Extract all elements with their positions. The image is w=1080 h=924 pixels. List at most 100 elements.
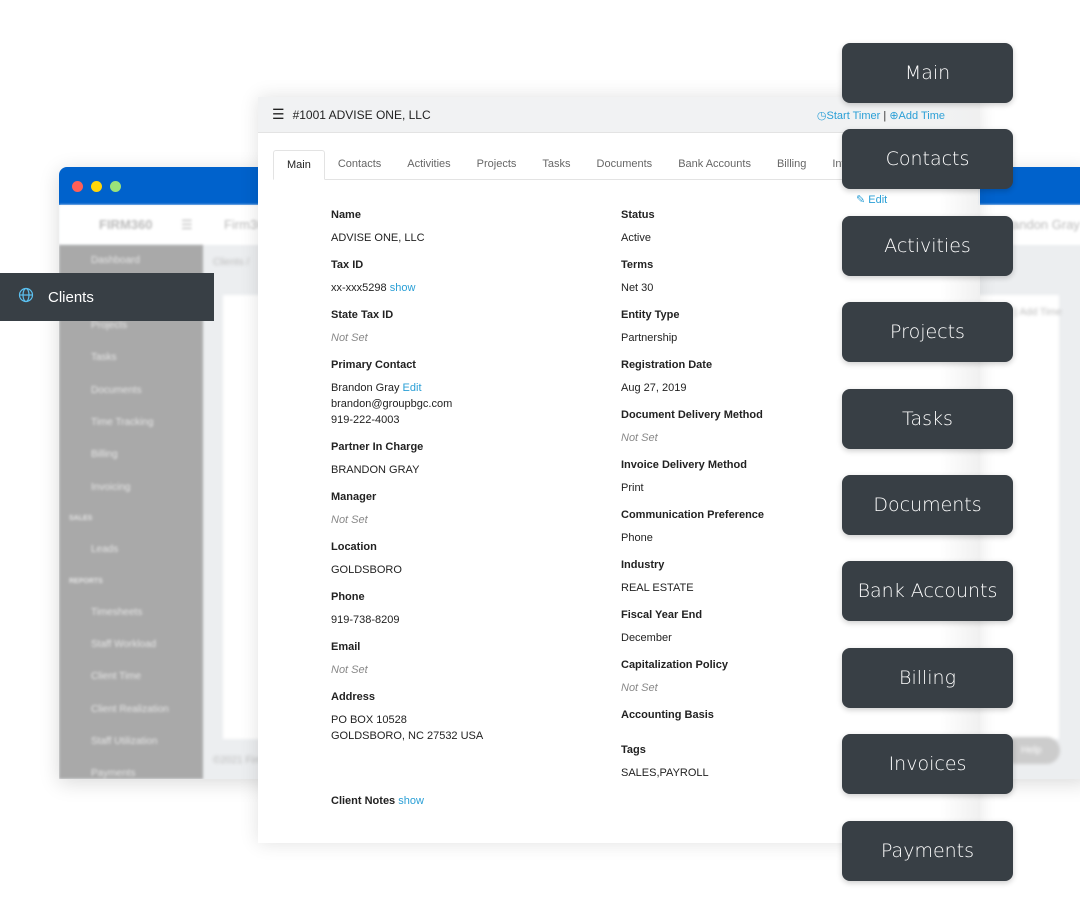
value: Not Set (621, 432, 658, 444)
label: Status (621, 209, 655, 221)
feature-button-documents[interactable]: Documents (842, 474, 1013, 535)
feature-button-activities[interactable]: Activities (842, 215, 1013, 276)
contact-email: brandon@groupbgc.com (331, 398, 453, 410)
sidebar-item-staff-utilization[interactable]: Staff Utilization (59, 726, 203, 758)
contact-phone: 919-222-4003 (331, 414, 400, 426)
label: Entity Type (621, 309, 680, 321)
menu-icon[interactable]: ☰ (181, 217, 193, 233)
sidebar-item-staff-workload[interactable]: Staff Workload (59, 629, 203, 661)
field-capitalization: Capitalization Policy Not Set (621, 659, 871, 709)
field-state-tax-id: State Tax ID Not Set (331, 309, 581, 359)
label: Accounting Basis (621, 709, 714, 721)
field-location: Location GOLDSBORO (331, 541, 581, 591)
value: Not Set (331, 664, 368, 676)
value: Not Set (621, 682, 658, 694)
list-icon[interactable]: ☰ (272, 106, 285, 123)
feature-button-invoices[interactable]: Invoices (842, 734, 1013, 795)
feature-button-payments[interactable]: Payments (842, 820, 1013, 881)
label: Partner In Charge (331, 441, 424, 453)
sidebar-item-leads[interactable]: Leads (59, 534, 203, 566)
minimize-dot[interactable] (91, 181, 102, 192)
value: Active (621, 232, 651, 244)
label: Capitalization Policy (621, 659, 728, 671)
label: State Tax ID (331, 309, 394, 321)
close-dot[interactable] (72, 181, 83, 192)
sidebar-item-client-realization[interactable]: Client Realization (59, 694, 203, 726)
feature-button-contacts[interactable]: Contacts (842, 129, 1013, 190)
sidebar-item-payments[interactable]: Payments (59, 758, 203, 779)
label: Fiscal Year End (621, 609, 703, 621)
value: 919-738-8209 (331, 614, 400, 626)
sidebar-item-timesheets[interactable]: Timesheets (59, 597, 203, 629)
value: Partnership (621, 332, 678, 344)
value: Print (621, 482, 644, 494)
tab-tasks[interactable]: Tasks (529, 150, 583, 179)
tab-main[interactable]: Main (273, 150, 325, 180)
label: Terms (621, 259, 654, 271)
field-partner: Partner In Charge BRANDON GRAY (331, 441, 581, 491)
value: December (621, 632, 672, 644)
sidebar-item-invoicing[interactable]: Invoicing (59, 472, 203, 504)
tab-projects[interactable]: Projects (464, 150, 530, 179)
label: Industry (621, 559, 665, 571)
sidebar-item-time-tracking[interactable]: Time Tracking (59, 407, 203, 439)
tab-bank-accounts[interactable]: Bank Accounts (665, 150, 764, 179)
label: Phone (331, 591, 365, 603)
tab-billing[interactable]: Billing (764, 150, 819, 179)
label: Tax ID (331, 259, 364, 271)
feature-button-bank-accounts[interactable]: Bank Accounts (842, 561, 1013, 622)
value: BRANDON GRAY (331, 464, 420, 476)
label: Name (331, 209, 361, 221)
label: Tags (621, 744, 646, 756)
field-industry: Industry REAL ESTATE (621, 559, 871, 609)
field-address: Address PO BOX 10528 GOLDSBORO, NC 27532 U… (331, 691, 581, 757)
zoom-dot[interactable] (110, 181, 121, 192)
sidebar-item-billing[interactable]: Billing (59, 439, 203, 471)
edit-contact-link[interactable]: Edit (403, 382, 422, 394)
field-entity-type: Entity Type Partnership (621, 309, 871, 359)
field-name: Name ADVISE ONE, LLC (331, 209, 581, 259)
field-tax-id: Tax ID xx-xxx5298 show (331, 259, 581, 309)
value: Aug 27, 2019 (621, 382, 687, 394)
field-phone: Phone 919-738-8209 (331, 591, 581, 641)
label: Email (331, 641, 361, 653)
feature-buttons: Main Contacts Activities Projects Tasks Docum… (842, 43, 1013, 907)
clients-tooltip: Clients (0, 273, 214, 321)
label: Document Delivery Method (621, 409, 763, 421)
label: Invoice Delivery Method (621, 459, 747, 471)
field-communication: Communication Preference Phone (621, 509, 871, 559)
sidebar-item-documents[interactable]: Documents (59, 375, 203, 407)
tab-documents[interactable]: Documents (584, 150, 666, 179)
breadcrumb: Clients / (213, 257, 250, 268)
sidebar-item-tasks[interactable]: Tasks (59, 342, 203, 374)
show-notes-link[interactable]: show (398, 795, 424, 807)
field-doc-delivery: Document Delivery Method Not Set (621, 409, 871, 459)
field-registration-date: Registration Date Aug 27, 2019 (621, 359, 871, 409)
value: SALES,PAYROLL (621, 767, 709, 779)
value: ADVISE ONE, LLC (331, 232, 425, 244)
feature-button-tasks[interactable]: Tasks (842, 388, 1013, 449)
tab-activities[interactable]: Activities (394, 150, 463, 179)
right-column: Status Active Terms Net 30 Entity Type Partne… (621, 209, 871, 794)
sidebar-section: SALES (69, 515, 93, 523)
sidebar: DashboardClientsProjectsTasksDocumentsTi… (59, 245, 203, 779)
value: Phone (621, 532, 653, 544)
client-title: #1001 ADVISE ONE, LLC (292, 107, 431, 122)
show-tax-id-link[interactable]: show (390, 282, 416, 294)
field-fiscal-year-end: Fiscal Year End December (621, 609, 871, 659)
feature-button-projects[interactable]: Projects (842, 302, 1013, 363)
field-accounting-basis: Accounting Basis (621, 709, 871, 744)
sidebar-item-client-time[interactable]: Client Time (59, 661, 203, 693)
field-tags: Tags SALES,PAYROLL (621, 744, 871, 794)
value: Not Set (331, 514, 368, 526)
feature-button-billing[interactable]: Billing (842, 647, 1013, 708)
value: xx-xxx5298 (331, 282, 387, 294)
tooltip-label: Clients (48, 288, 94, 306)
tab-contacts[interactable]: Contacts (325, 150, 394, 179)
clock-icon: ◷ (816, 110, 827, 122)
feature-button-main[interactable]: Main (842, 43, 1013, 103)
label: Client Notes (331, 795, 396, 807)
field-invoice-delivery: Invoice Delivery Method Print (621, 459, 871, 509)
contact-name: Brandon Gray (331, 382, 400, 394)
label: Location (331, 541, 377, 553)
